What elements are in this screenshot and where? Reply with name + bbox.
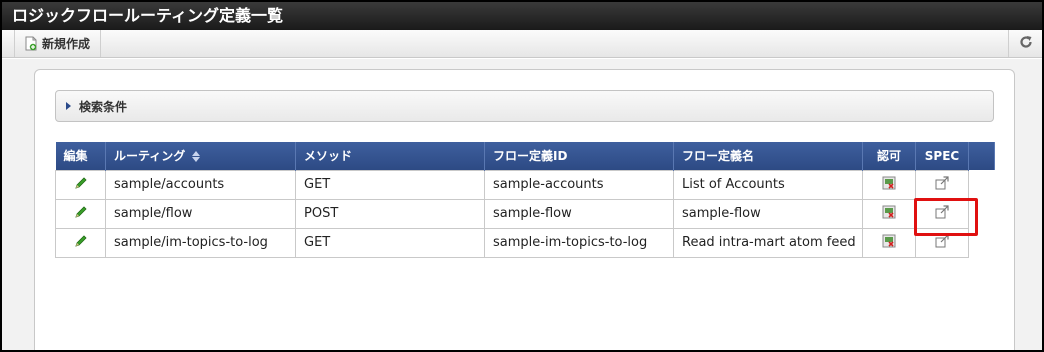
sort-icon — [192, 151, 201, 163]
column-header-flow-name: フロー定義名 — [673, 142, 863, 170]
refresh-icon — [1019, 35, 1033, 53]
list-panel: 検索条件 編集 ルーティング メソッド フロー定義ID フロー定義名 認可 SP… — [34, 69, 1015, 350]
method-cell: POST — [295, 198, 485, 229]
table-row: sample/im-topics-to-log GET sample-im-topi… — [55, 227, 995, 258]
flow-id-cell: sample-accounts — [484, 169, 674, 200]
external-link-icon[interactable] — [935, 175, 949, 194]
filler-cell — [969, 228, 995, 257]
new-create-label: 新規作成 — [42, 37, 91, 51]
authorization-cell — [862, 198, 916, 229]
flow-name-cell: sample-flow — [673, 198, 863, 229]
triangle-right-icon — [66, 102, 71, 110]
authorization-cell — [862, 227, 916, 258]
method-cell: GET — [295, 169, 485, 200]
table-row: sample/accounts GET sample-accounts List of… — [55, 169, 995, 200]
new-document-icon — [25, 36, 37, 51]
authorization-cell — [862, 169, 916, 200]
edit-cell — [55, 198, 106, 229]
search-conditions-label: 検索条件 — [79, 99, 128, 114]
spec-cell — [915, 227, 969, 258]
new-create-button[interactable]: 新規作成 — [14, 30, 102, 57]
column-header-method: メソッド — [295, 142, 485, 170]
column-header-routing-label: ルーティング — [114, 149, 186, 164]
flow-name-cell: List of Accounts — [673, 169, 863, 200]
authorization-icon[interactable] — [882, 205, 896, 223]
routing-table: 編集 ルーティング メソッド フロー定義ID フロー定義名 認可 SPEC sa… — [55, 142, 995, 258]
edit-cell — [55, 227, 106, 258]
edit-cell — [55, 169, 106, 200]
search-conditions-toggle[interactable]: 検索条件 — [55, 90, 994, 122]
filler-cell — [969, 199, 995, 228]
column-header-edit: 編集 — [55, 142, 106, 170]
external-link-icon[interactable] — [935, 233, 949, 252]
authorization-icon[interactable] — [882, 176, 896, 194]
page-title: ロジックフロールーティング定義一覧 — [2, 2, 1042, 30]
route-cell: sample/im-topics-to-log — [105, 227, 296, 258]
column-header-flow-id: フロー定義ID — [484, 142, 674, 170]
route-cell: sample/accounts — [105, 169, 296, 200]
toolbar: 新規作成 — [2, 30, 1042, 58]
column-header-routing[interactable]: ルーティング — [105, 142, 296, 170]
pencil-icon[interactable] — [74, 234, 88, 252]
column-header-authorization: 認可 — [862, 142, 916, 170]
external-link-icon[interactable] — [935, 204, 949, 223]
spec-cell — [915, 198, 969, 229]
refresh-button[interactable] — [1008, 30, 1042, 57]
column-header-spec: SPEC — [915, 142, 969, 170]
spec-cell — [915, 169, 969, 200]
flow-name-cell: Read intra-mart atom feed — [673, 227, 863, 258]
pencil-icon[interactable] — [74, 205, 88, 223]
authorization-icon[interactable] — [882, 234, 896, 252]
column-header-filler — [968, 142, 995, 170]
table-row: sample/flow POST sample-flow sample-flow — [55, 198, 995, 229]
flow-id-cell: sample-im-topics-to-log — [484, 227, 674, 258]
route-cell: sample/flow — [105, 198, 296, 229]
table-header-row: 編集 ルーティング メソッド フロー定義ID フロー定義名 認可 SPEC — [55, 142, 995, 170]
flow-id-cell: sample-flow — [484, 198, 674, 229]
content-area: 検索条件 編集 ルーティング メソッド フロー定義ID フロー定義名 認可 SP… — [2, 59, 1042, 350]
filler-cell — [969, 170, 995, 199]
window: ロジックフロールーティング定義一覧 新規作成 検索条件 編集 ルーティング メソ… — [0, 0, 1044, 352]
method-cell: GET — [295, 227, 485, 258]
pencil-icon[interactable] — [74, 176, 88, 194]
